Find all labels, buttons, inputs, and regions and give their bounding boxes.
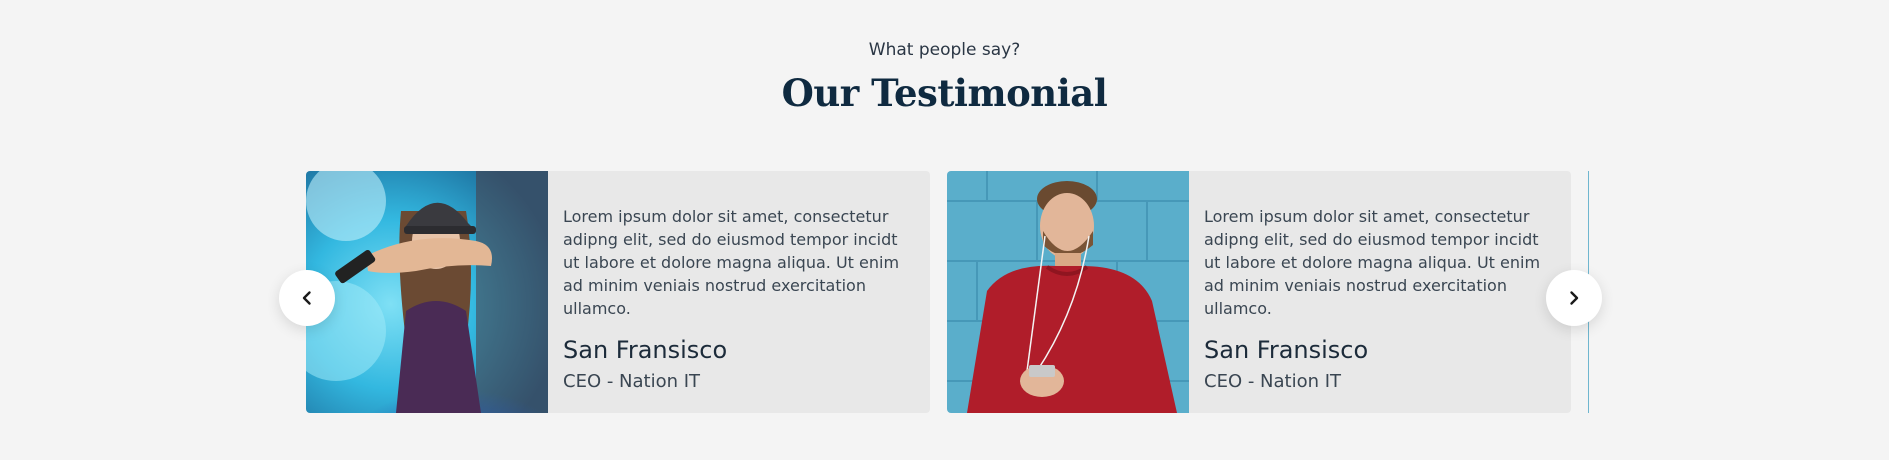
testimonial-role: CEO - Nation IT bbox=[1204, 371, 1342, 392]
section-header: What people say? Our Testimonial bbox=[0, 38, 1889, 116]
section-title: Our Testimonial bbox=[781, 71, 1108, 115]
testimonial-name: San Fransisco bbox=[1204, 336, 1369, 364]
testimonial-name: San Fransisco bbox=[563, 336, 728, 364]
chevron-left-icon bbox=[302, 291, 311, 305]
section-subtitle: What people say? bbox=[868, 40, 1021, 60]
carousel-track: Lorem ipsum dolor sit amet, consectetur … bbox=[306, 171, 1589, 413]
testimonial-carousel: Lorem ipsum dolor sit amet, consectetur … bbox=[306, 171, 1589, 413]
testimonial-card: Lorem ipsum dolor sit amet, consectetur … bbox=[306, 171, 930, 413]
man-in-red-sweater-photo bbox=[947, 171, 1189, 413]
testimonial-quote: Lorem ipsum dolor sit amet, consectetur … bbox=[1204, 207, 1541, 318]
testimonial-quote: Lorem ipsum dolor sit amet, consectetur … bbox=[563, 207, 900, 318]
carousel-prev-button[interactable] bbox=[279, 270, 335, 326]
woman-with-blue-smoke-photo bbox=[306, 171, 548, 413]
testimonial-photo-man bbox=[947, 171, 1189, 413]
testimonial-body: Lorem ipsum dolor sit amet, consectetur … bbox=[548, 171, 930, 413]
testimonial-role: CEO - Nation IT bbox=[563, 371, 701, 392]
testimonial-photo-woman bbox=[306, 171, 548, 413]
testimonial-card: Lorem ipsum dolor sit amet, consectetur … bbox=[947, 171, 1571, 413]
carousel-next-button[interactable] bbox=[1546, 270, 1602, 326]
testimonial-body: Lorem ipsum dolor sit amet, consectetur … bbox=[1189, 171, 1571, 413]
chevron-right-icon bbox=[1570, 291, 1579, 305]
